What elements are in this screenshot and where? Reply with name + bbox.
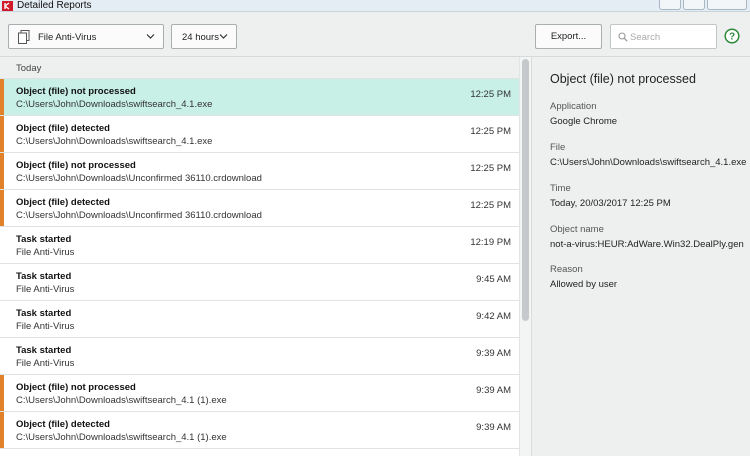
warning-marker: [0, 153, 4, 189]
row-title: Object (file) detected: [16, 197, 110, 208]
row-title: Object (file) not processed: [16, 382, 136, 393]
row-title: Object (file) not processed: [16, 160, 136, 171]
document-icon: [18, 30, 30, 44]
window-title: Detailed Reports: [17, 0, 92, 11]
report-list: Today Object (file) not processed C:\User…: [0, 57, 531, 456]
row-subtitle: File Anti-Virus: [16, 321, 75, 332]
warning-marker: [0, 227, 4, 263]
row-title: Object (file) detected: [16, 419, 110, 430]
section-header-label: Today: [16, 63, 42, 74]
report-row[interactable]: Object (file) detected C:\Users\John\Down…: [0, 412, 519, 449]
row-title: Object (file) detected: [16, 123, 110, 134]
row-subtitle: C:\Users\John\Downloads\Unconfirmed 3611…: [16, 173, 262, 184]
component-dropdown-label: File Anti-Virus: [38, 32, 97, 43]
row-subtitle: C:\Users\John\Downloads\swiftsearch_4.1 …: [16, 432, 227, 443]
details-title: Object (file) not processed: [550, 72, 696, 86]
time-value: Today, 20/03/2017 12:25 PM: [550, 198, 671, 209]
row-subtitle: File Anti-Virus: [16, 358, 75, 369]
application-value: Google Chrome: [550, 116, 618, 127]
row-time: 9:39 AM: [476, 422, 511, 433]
row-subtitle: C:\Users\John\Downloads\Unconfirmed 3611…: [16, 210, 262, 221]
application-label: Application: [550, 101, 597, 112]
row-title: Object (file) not processed: [16, 86, 136, 97]
row-title: Task started: [16, 271, 72, 282]
warning-marker: [0, 116, 4, 152]
row-subtitle: File Anti-Virus: [16, 247, 75, 258]
section-header: Today: [0, 57, 519, 79]
minimize-button[interactable]: [659, 0, 681, 10]
row-title: Task started: [16, 234, 72, 245]
row-time: 12:25 PM: [470, 89, 511, 100]
row-subtitle: C:\Users\John\Downloads\swiftsearch_4.1.…: [16, 99, 213, 110]
row-time: 9:45 AM: [476, 274, 511, 285]
report-row[interactable]: Object (file) not processed C:\Users\John…: [0, 79, 519, 116]
details-panel: Object (file) not processed Application …: [531, 57, 750, 456]
component-dropdown[interactable]: File Anti-Virus: [8, 24, 164, 49]
period-dropdown-label: 24 hours: [182, 32, 219, 43]
file-label: File: [550, 142, 566, 153]
warning-marker: [0, 412, 4, 448]
row-subtitle: C:\Users\John\Downloads\swiftsearch_4.1.…: [16, 136, 213, 147]
row-title: Task started: [16, 345, 72, 356]
export-button[interactable]: Export...: [535, 24, 602, 49]
window-controls: [659, 0, 747, 11]
time-label: Time: [550, 183, 571, 194]
object-name-field: Object name not-a-virus:HEUR:AdWare.Win3…: [550, 224, 744, 250]
report-row[interactable]: Object (file) not processed C:\Users\John…: [0, 153, 519, 190]
help-icon[interactable]: ?: [724, 28, 740, 44]
row-time: 12:25 PM: [470, 126, 511, 137]
search-input[interactable]: [630, 29, 714, 45]
report-row[interactable]: Object (file) not processed C:\Users\John…: [0, 375, 519, 412]
object-name-value: not-a-virus:HEUR:AdWare.Win32.DealPly.ge…: [550, 239, 744, 250]
warning-marker: [0, 375, 4, 411]
chevron-down-icon: [219, 34, 228, 39]
report-rows: Object (file) not processed C:\Users\John…: [0, 79, 519, 449]
warning-marker: [0, 264, 4, 300]
time-field: Time Today, 20/03/2017 12:25 PM: [550, 183, 671, 209]
report-row[interactable]: Task started File Anti-Virus 9:45 AM: [0, 264, 519, 301]
row-subtitle: C:\Users\John\Downloads\swiftsearch_4.1 …: [16, 395, 227, 406]
report-row[interactable]: Object (file) detected C:\Users\John\Down…: [0, 190, 519, 227]
report-row[interactable]: Task started File Anti-Virus 9:42 AM: [0, 301, 519, 338]
warning-marker: [0, 79, 4, 115]
kaspersky-k-icon: [2, 1, 13, 11]
title-bar: Detailed Reports: [0, 0, 750, 12]
warning-marker: [0, 338, 4, 374]
row-time: 12:19 PM: [470, 237, 511, 248]
search-box[interactable]: [610, 24, 717, 49]
chevron-down-icon: [146, 34, 155, 39]
file-field: File C:\Users\John\Downloads\swiftsearch…: [550, 142, 746, 168]
row-time: 9:39 AM: [476, 385, 511, 396]
report-row[interactable]: Task started File Anti-Virus 12:19 PM: [0, 227, 519, 264]
maximize-button[interactable]: [683, 0, 705, 10]
row-time: 12:25 PM: [470, 200, 511, 211]
row-title: Task started: [16, 308, 72, 319]
report-row[interactable]: Object (file) detected C:\Users\John\Down…: [0, 116, 519, 153]
close-button[interactable]: [707, 0, 747, 10]
row-time: 9:42 AM: [476, 311, 511, 322]
search-icon: [618, 32, 628, 42]
reason-label: Reason: [550, 264, 583, 275]
application-field: Application Google Chrome: [550, 101, 617, 127]
row-subtitle: File Anti-Virus: [16, 284, 75, 295]
reason-value: Allowed by user: [550, 279, 618, 290]
object-name-label: Object name: [550, 224, 604, 235]
scroll-thumb[interactable]: [522, 59, 529, 321]
warning-marker: [0, 190, 4, 226]
row-time: 9:39 AM: [476, 348, 511, 359]
svg-text:?: ?: [729, 32, 735, 43]
period-dropdown[interactable]: 24 hours: [171, 24, 237, 49]
file-value: C:\Users\John\Downloads\swiftsearch_4.1.…: [550, 157, 747, 168]
reason-field: Reason Allowed by user: [550, 264, 617, 290]
list-scrollbar[interactable]: [519, 57, 531, 456]
report-row[interactable]: Task started File Anti-Virus 9:39 AM: [0, 338, 519, 375]
warning-marker: [0, 301, 4, 337]
row-time: 12:25 PM: [470, 163, 511, 174]
